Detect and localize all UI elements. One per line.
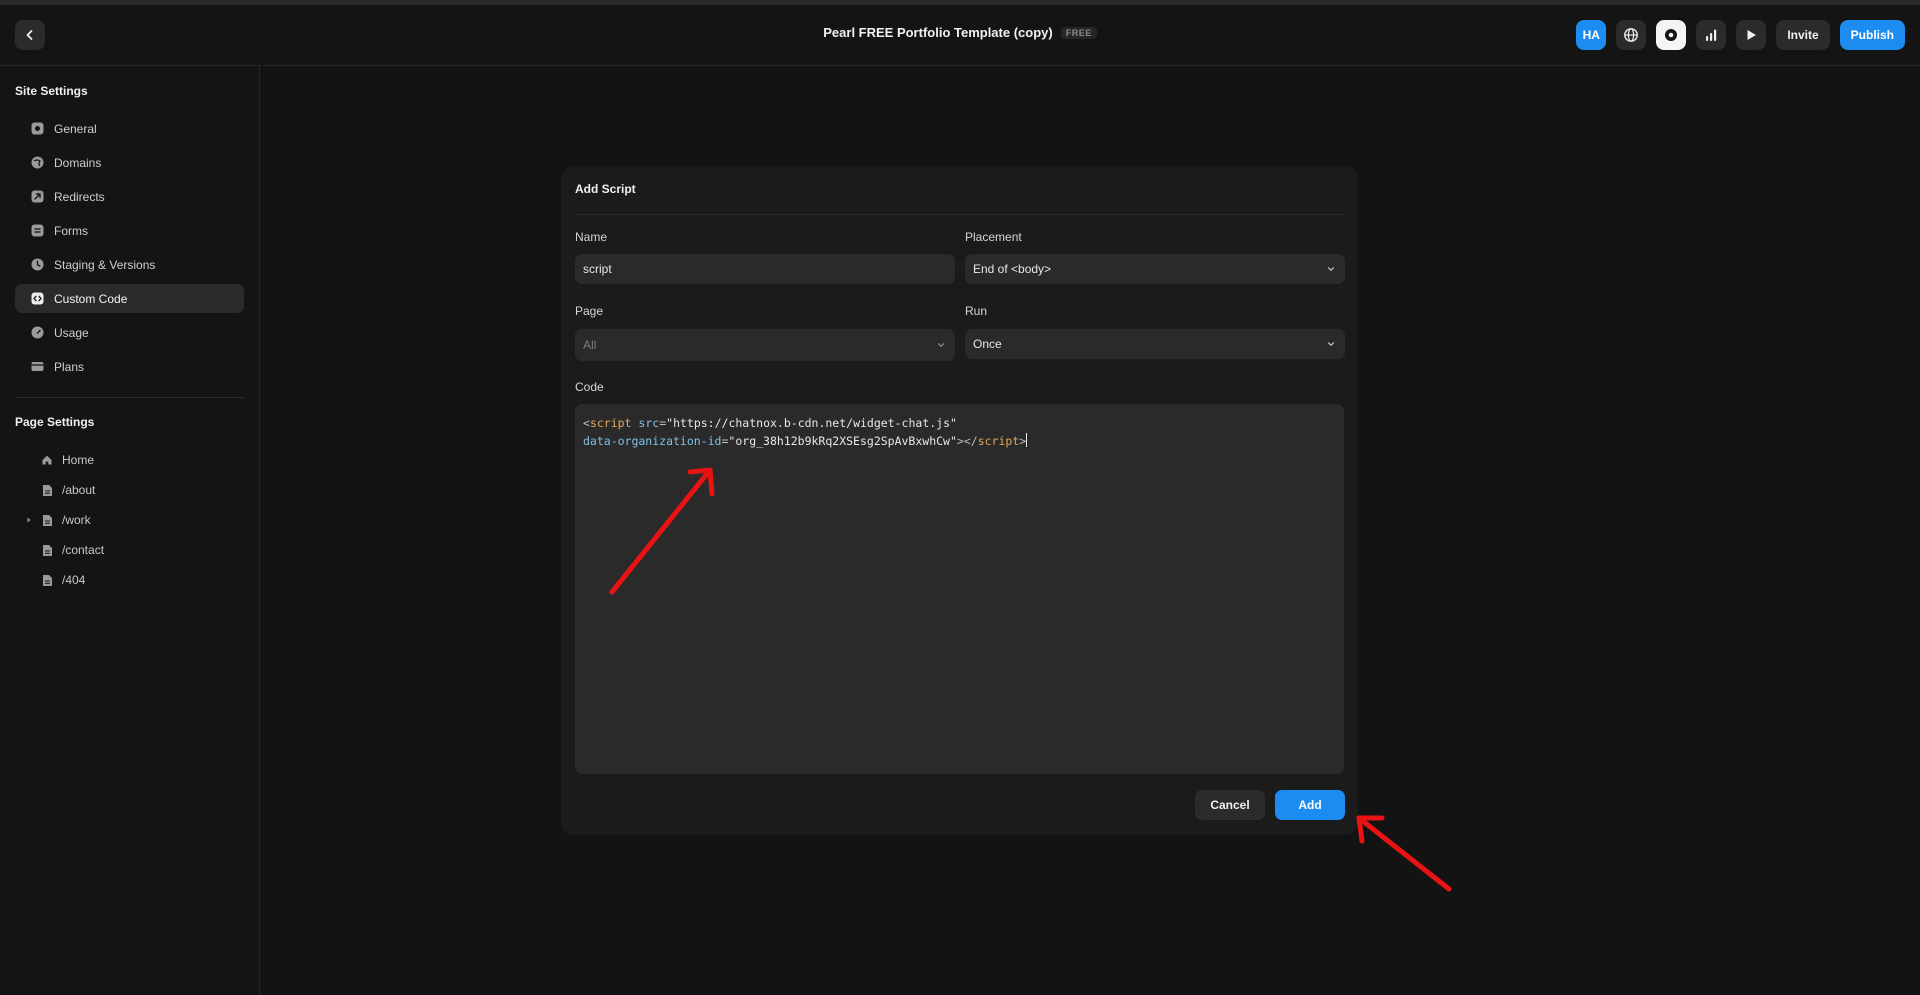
code-tag-name: script (589, 416, 632, 430)
modal-divider (575, 214, 1344, 215)
file-icon (40, 513, 54, 527)
chevron-down-icon (1327, 342, 1335, 347)
code-org-value: "org_38h12b9kRq2XSEsg2SpAvBxwhCw" (728, 434, 957, 448)
sidebar-item-plans[interactable]: Plans (15, 352, 244, 381)
globe-icon (1624, 28, 1639, 42)
placement-label: Placement (965, 230, 1022, 244)
globe-button[interactable] (1616, 20, 1647, 50)
project-title-text: Pearl FREE Portfolio Template (copy) (823, 25, 1053, 40)
page-item-label: Home (62, 453, 95, 467)
top-actions: HA Invite Publish (1576, 20, 1905, 50)
clock-icon (30, 258, 44, 272)
code-close-open-tag: > (956, 434, 964, 448)
preview-button[interactable] (1736, 20, 1767, 50)
sidebar-item-domains[interactable]: Domains (15, 148, 244, 177)
bar-chart-icon (1706, 29, 1717, 41)
sidebar-item-label: Plans (54, 359, 85, 374)
form-icon (30, 224, 44, 238)
page-item-label: /contact (62, 543, 105, 557)
file-icon (40, 483, 54, 497)
placement-select[interactable]: End of <body> (965, 254, 1345, 284)
redirect-icon (30, 190, 44, 204)
page-settings-heading: Page Settings (15, 415, 95, 429)
page-item-label: /work (62, 513, 91, 527)
text-caret (1026, 433, 1028, 447)
run-select-value: Once (973, 337, 1002, 351)
analytics-button[interactable] (1696, 20, 1727, 50)
sidebar-item-label: General (54, 121, 97, 136)
top-bar: Pearl FREE Portfolio Template (copy) FREE… (0, 5, 1920, 66)
sidebar-item-label: Redirects (54, 189, 105, 204)
run-select[interactable]: Once (965, 329, 1345, 359)
settings-button[interactable] (1656, 20, 1687, 50)
sidebar-item-forms[interactable]: Forms (15, 216, 244, 245)
code-icon (30, 292, 44, 306)
expand-caret-icon[interactable] (25, 516, 33, 524)
card-icon (30, 360, 44, 374)
code-editor[interactable]: <script src="https://chatnox.b-cdn.net/w… (575, 404, 1344, 774)
settings-sidebar: Site Settings General Domains Redirects … (0, 66, 260, 995)
page-item-label: /404 (62, 573, 86, 587)
add-script-modal: Add Script Name script Placement End of … (561, 166, 1358, 835)
sidebar-item-label: Domains (54, 155, 102, 170)
page-label: Page (575, 304, 604, 318)
code-closing-tag-open: </ (963, 434, 978, 448)
name-input-value: script (583, 262, 612, 276)
play-icon (1747, 30, 1757, 40)
file-icon (40, 543, 54, 557)
site-settings-heading: Site Settings (15, 84, 88, 98)
sidebar-item-custom-code[interactable]: Custom Code (15, 284, 244, 313)
code-src-value: "https://chatnox.b-cdn.net/widget-chat.j… (666, 416, 957, 430)
code-label: Code (575, 380, 604, 394)
code-closing-tag-close: > (1019, 434, 1027, 448)
arrow-to-add-button-icon (1356, 815, 1452, 892)
home-icon (40, 453, 54, 467)
run-label: Run (965, 304, 988, 318)
publish-button[interactable]: Publish (1839, 20, 1905, 50)
sidebar-item-staging-versions[interactable]: Staging & Versions (15, 250, 244, 279)
sidebar-item-redirects[interactable]: Redirects (15, 182, 244, 211)
placement-select-value: End of <body> (973, 262, 1052, 276)
avatar[interactable]: HA (1576, 20, 1607, 50)
sidebar-item-label: Custom Code (54, 291, 128, 306)
code-attr-src: src (638, 416, 660, 430)
code-attr-org: data-organization-id (583, 434, 722, 448)
add-button[interactable]: Add (1275, 790, 1345, 820)
page-select[interactable]: All (575, 329, 955, 361)
chevron-down-icon (1327, 267, 1335, 272)
page-item-work[interactable]: /work (40, 510, 91, 530)
sidebar-divider (15, 397, 244, 398)
sidebar-item-label: Staging & Versions (54, 257, 156, 272)
page-item-404[interactable]: /404 (40, 570, 85, 590)
sidebar-item-usage[interactable]: Usage (15, 318, 244, 347)
sidebar-item-label: Forms (54, 223, 88, 238)
gear-icon (1665, 29, 1678, 41)
sidebar-item-label: Usage (54, 325, 89, 340)
page-item-label: /about (62, 483, 96, 497)
invite-button[interactable]: Invite (1776, 20, 1830, 50)
page-select-value: All (583, 338, 597, 352)
plan-badge: FREE (1060, 27, 1097, 39)
modal-title: Add Script (575, 182, 636, 196)
page-item-contact[interactable]: /contact (40, 540, 104, 560)
code-closing-tag-name: script (977, 434, 1020, 448)
name-label: Name (575, 230, 608, 244)
cancel-button[interactable]: Cancel (1195, 790, 1265, 820)
sidebar-item-general[interactable]: General (15, 114, 244, 143)
code-open-bracket: < (583, 416, 590, 430)
page-item-about[interactable]: /about (40, 480, 95, 500)
file-icon (40, 573, 54, 587)
name-input[interactable]: script (575, 254, 955, 284)
page-item-home[interactable]: Home (40, 450, 94, 470)
gear-icon (30, 122, 44, 136)
chevron-down-icon (937, 343, 945, 348)
globe-icon (30, 156, 44, 170)
gauge-icon (30, 326, 44, 340)
